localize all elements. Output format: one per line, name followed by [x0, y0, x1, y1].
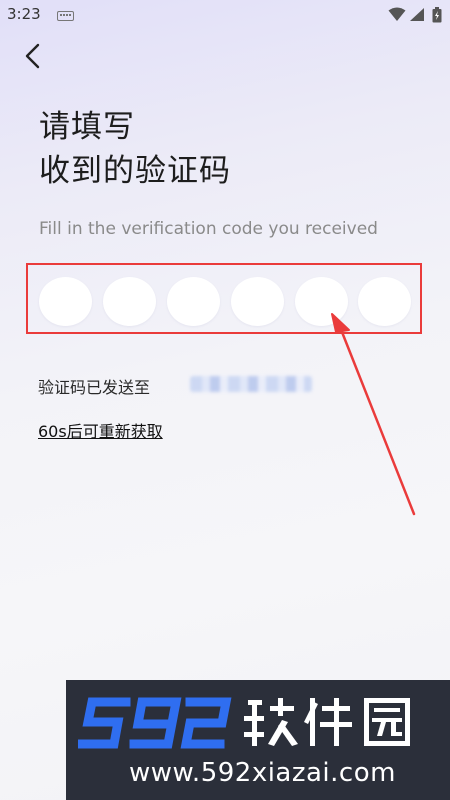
watermark-url: www.592xiazai.com: [129, 758, 396, 788]
page-title: 请填写 收到的验证码: [39, 105, 231, 193]
code-digit-2[interactable]: [103, 277, 156, 326]
masked-phone-number: [190, 376, 312, 392]
chevron-left-icon: [25, 43, 40, 69]
code-digit-6[interactable]: [358, 277, 411, 326]
watermark-logo: [78, 697, 410, 749]
resend-code-link[interactable]: 60s后可重新获取: [38, 418, 163, 442]
status-time: 3:23: [7, 5, 41, 23]
code-digit-4[interactable]: [231, 277, 284, 326]
title-line-2: 收到的验证码: [39, 153, 231, 189]
back-button[interactable]: [20, 42, 48, 70]
code-digit-1[interactable]: [39, 277, 92, 326]
signal-icon: [410, 8, 424, 21]
status-bar: 3:23: [0, 0, 450, 30]
code-sent-label: 验证码已发送至: [38, 378, 151, 397]
title-line-1: 请填写: [39, 109, 135, 145]
keyboard-icon: [57, 11, 74, 21]
code-digit-3[interactable]: [167, 277, 220, 326]
subtitle: Fill in the verification code you receiv…: [39, 219, 378, 239]
wifi-icon: [388, 7, 406, 21]
battery-icon: [432, 7, 442, 23]
code-digit-5[interactable]: [295, 277, 348, 326]
